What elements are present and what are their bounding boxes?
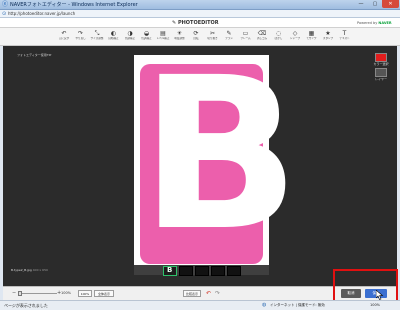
undo-icon[interactable]: ↶	[206, 290, 211, 297]
image-canvas[interactable]: B	[134, 40, 300, 270]
powered-by-label: Powered by	[357, 21, 378, 25]
thumbnail-slot[interactable]	[211, 266, 225, 276]
tool-label: 自動補正	[108, 37, 119, 40]
address-url[interactable]: http://photoeditor.naver.jp/launch	[8, 11, 75, 16]
tool-label: テキスト	[339, 37, 350, 40]
status-zoom[interactable]: 100%	[370, 303, 380, 307]
pencil-icon: ✎	[172, 20, 177, 26]
thumbnail-slot[interactable]	[179, 266, 193, 276]
tool-button[interactable]: ◑ 色調補正	[122, 30, 138, 45]
tool-label: 色調補正	[124, 37, 136, 40]
tool-label: サイズ調整	[90, 37, 104, 40]
color-select-label: カラー選択	[373, 62, 389, 66]
tool-icon: T	[342, 30, 347, 37]
thumbnail-slot[interactable]	[227, 266, 241, 276]
tool-label: 元に戻す	[58, 37, 70, 40]
layer-button[interactable]: レイヤー	[372, 68, 390, 81]
thumbnail-active[interactable]: B	[163, 266, 177, 276]
color-swatch[interactable]	[375, 53, 387, 62]
app-header: ✎ PHOTOEDITOR Powered by NAVER	[0, 18, 400, 28]
tool-label: やり直し	[75, 37, 86, 40]
filename-label: B.type2_B.jpg 400 x 650	[11, 268, 48, 272]
tool-button[interactable]: ▦ モザイク	[304, 30, 320, 45]
ie-icon: ⓔ	[2, 1, 9, 8]
tool-icon: ▦	[308, 30, 315, 37]
thumbnail-slot[interactable]	[195, 266, 209, 276]
close-icon[interactable]: ✕	[382, 0, 399, 8]
window-titlebar: ⓔ NAVERフォトエディター - Windows Internet Explo…	[0, 0, 400, 10]
actual-size-button[interactable]: 100%	[78, 290, 92, 297]
tool-button[interactable]: ↶ 元に戻す	[56, 30, 72, 45]
tool-icon: ⤡	[94, 30, 100, 37]
filename: B.type2_B.jpg	[11, 268, 32, 272]
tool-button[interactable]: T テキスト	[337, 30, 353, 45]
letter-b: B	[140, 32, 301, 277]
globe-icon: ◍	[262, 302, 267, 308]
fit-view-button[interactable]: 全体表示	[94, 290, 114, 297]
tool-icon: ★	[325, 30, 331, 37]
minimize-icon[interactable]: —	[354, 0, 368, 8]
maximize-icon[interactable]: ▢	[368, 0, 382, 8]
window-title: NAVERフォトエディター - Windows Internet Explore…	[10, 2, 138, 8]
logo-text: PHOTOEDITOR	[177, 20, 219, 26]
pink-card-image: B	[140, 40, 300, 270]
address-bar[interactable]: ⊙ http://photoeditor.naver.jp/launch	[0, 10, 400, 18]
powered-by: Powered by NAVER	[357, 21, 392, 25]
security-zone: インターネット | 保護モード: 無効	[270, 303, 325, 307]
mouse-cursor-icon	[376, 290, 384, 300]
tool-button[interactable]: ★ スタンプ	[320, 30, 336, 45]
tool-icon: ◑	[127, 30, 133, 37]
tool-button[interactable]: ◐ 自動補正	[106, 30, 122, 45]
page-icon: ⊙	[2, 11, 7, 17]
photoeditor-logo: ✎ PHOTOEDITOR	[172, 20, 219, 26]
tool-icon: ◐	[110, 30, 117, 37]
zoom-value: 100%	[61, 291, 72, 295]
tool-label: モザイク	[306, 37, 317, 40]
layer-label: レイヤー	[375, 77, 387, 81]
compare-view-button[interactable]: 比較表示	[183, 290, 201, 297]
breadcrumb[interactable]: フォトエディター使用TIP	[17, 53, 51, 57]
thumbnail-letter: B	[167, 266, 173, 274]
zoom-slider-track[interactable]	[19, 293, 57, 294]
tool-button[interactable]: ⤡ サイズ調整	[89, 30, 105, 45]
color-select-button[interactable]: カラー選択	[372, 53, 390, 66]
editor-workspace: フォトエディター使用TIP カラー選択 レイヤー B B.type2_B.jpg…	[3, 40, 397, 286]
layer-icon[interactable]	[375, 68, 387, 77]
redo-icon[interactable]: ↷	[215, 290, 220, 297]
tool-label: スタンプ	[322, 37, 334, 40]
tool-icon: ↶	[61, 30, 67, 37]
status-text: ページが表示されました	[4, 303, 48, 308]
browser-statusbar: ページが表示されました ◍ インターネット | 保護モード: 無効 100%	[0, 300, 400, 310]
zoom-slider-handle[interactable]	[18, 291, 22, 296]
tool-icon: ↷	[77, 30, 84, 37]
naver-logo: NAVER	[378, 21, 392, 25]
tool-button[interactable]: ↷ やり直し	[73, 30, 89, 45]
thumbnail-strip: B	[134, 265, 269, 276]
image-size: 400 x 650	[32, 268, 48, 272]
zoom-out-button[interactable]: −	[12, 290, 16, 296]
